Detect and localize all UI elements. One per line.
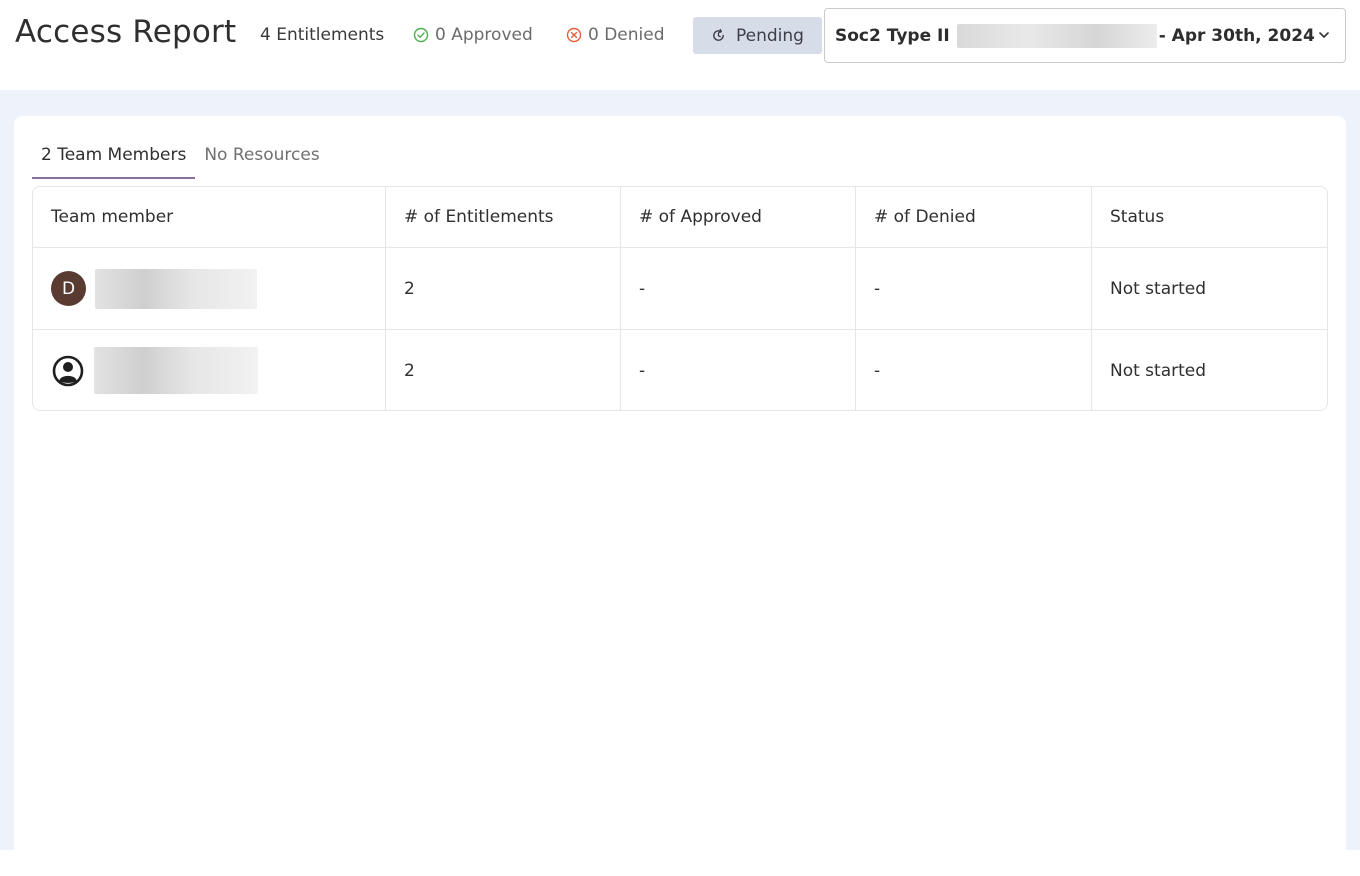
audit-name: Soc2 Type II xyxy=(835,25,950,46)
column-header-status[interactable]: Status xyxy=(1092,187,1327,247)
refresh-clock-icon xyxy=(713,28,724,41)
denied-cell: - xyxy=(856,330,1092,410)
team-member-cell xyxy=(33,330,386,410)
column-header-approved[interactable]: # of Approved xyxy=(621,187,856,247)
redacted-member-name xyxy=(94,347,258,394)
audit-date: - Apr 30th, 2024 xyxy=(1158,25,1315,46)
entitlements-cell: 2 xyxy=(386,248,621,329)
top-bar: Access Report 4 Entitlements 0 Approved … xyxy=(0,0,1360,90)
check-circle-icon xyxy=(413,27,429,43)
user-circle-icon xyxy=(52,355,84,386)
table-row[interactable]: D 2 - - Not started xyxy=(33,247,1327,329)
tab-bar: 2 Team Members No Resources xyxy=(32,138,329,180)
denied-cell: - xyxy=(856,248,1092,329)
pending-filter-button[interactable]: Pending xyxy=(693,17,822,54)
approved-cell: - xyxy=(621,248,856,329)
denied-count: 0 Denied xyxy=(566,25,665,45)
status-cell: Not started xyxy=(1110,360,1207,381)
status-cell: Not started xyxy=(1110,278,1207,299)
approved-count: 0 Approved xyxy=(413,25,533,45)
avatar: D xyxy=(51,271,86,306)
tab-team-members[interactable]: 2 Team Members xyxy=(32,138,196,179)
team-members-table: Team member # of Entitlements # of Appro… xyxy=(32,186,1328,411)
entitlements-cell: 2 xyxy=(386,330,621,410)
redacted-text xyxy=(956,23,1157,48)
audit-select[interactable]: Soc2 Type II - Apr 30th, 2024 xyxy=(824,8,1346,63)
team-member-cell: D xyxy=(33,248,386,329)
column-header-team-member[interactable]: Team member xyxy=(33,187,386,247)
column-header-denied[interactable]: # of Denied xyxy=(856,187,1092,247)
entitlements-count: 4 Entitlements xyxy=(260,25,385,45)
x-circle-icon xyxy=(566,27,582,43)
chevron-down-icon xyxy=(1319,32,1329,38)
column-header-entitlements[interactable]: # of Entitlements xyxy=(386,187,621,247)
approved-cell: - xyxy=(621,330,856,410)
table-row[interactable]: 2 - - Not started xyxy=(33,329,1327,410)
tab-resources[interactable]: No Resources xyxy=(195,138,328,179)
redacted-member-name xyxy=(95,268,257,309)
table-header-row: Team member # of Entitlements # of Appro… xyxy=(33,187,1327,247)
page-title: Access Report xyxy=(15,14,237,50)
